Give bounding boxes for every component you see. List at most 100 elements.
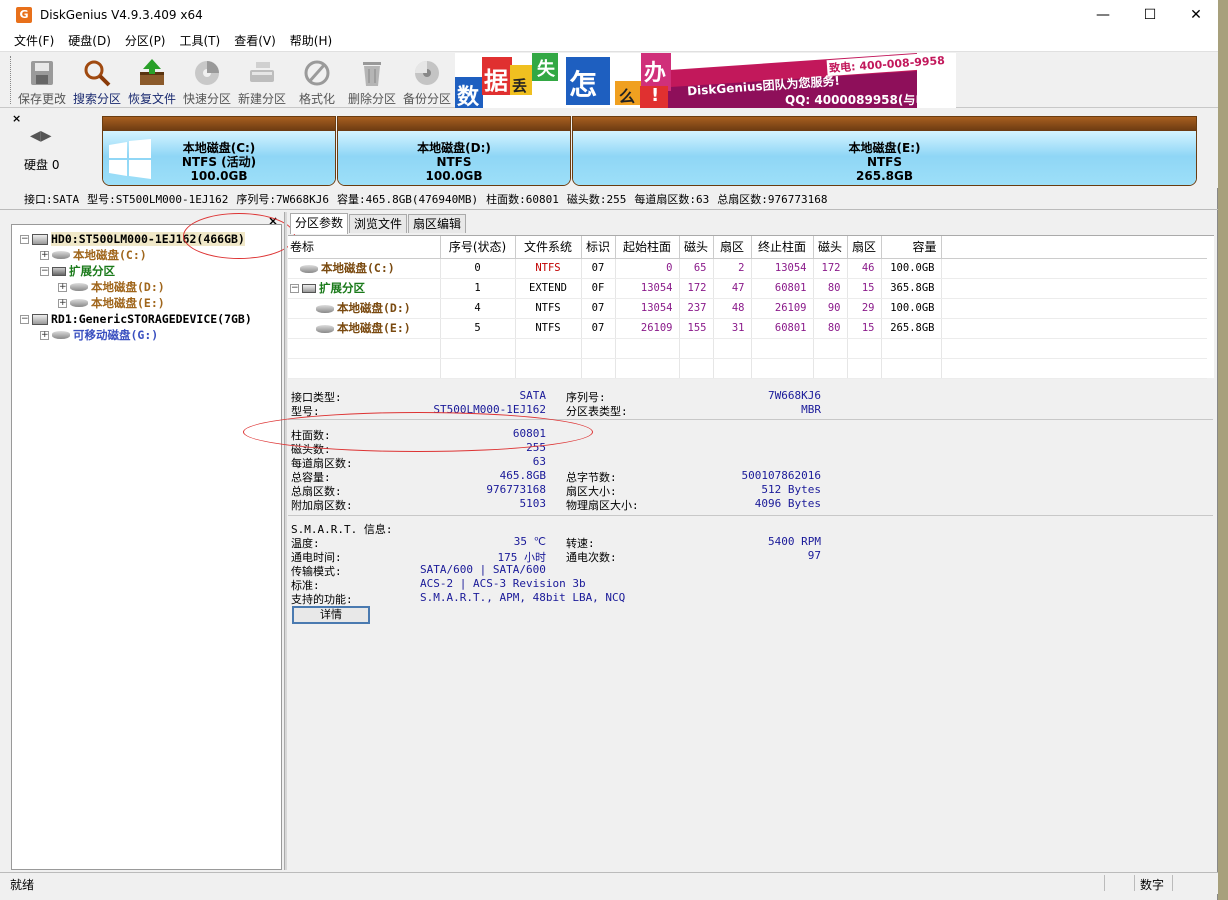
tree-label: RD1:GenericSTORAGEDEVICE(7GB) (51, 312, 252, 326)
toolbar-grip[interactable] (10, 56, 13, 104)
table-row[interactable]: 本地磁盘(C:) 0 NTFS 07 0 65 2 13054 172 46 1… (288, 258, 1207, 279)
menu-view[interactable]: 查看(V) (227, 32, 283, 49)
partition-icon (70, 299, 88, 307)
backup-partition-button[interactable]: 备份分区 (399, 56, 455, 106)
cell: NTFS (515, 258, 582, 279)
tree-label: 本地磁盘(D:) (91, 280, 165, 294)
disk-nav-arrows[interactable]: ◀▶ (30, 128, 52, 144)
tree-node-d[interactable]: + 本地磁盘(D:) (58, 279, 165, 295)
row-volume: 本地磁盘(E:) (288, 318, 441, 339)
recover-files-button[interactable]: 恢复文件 (124, 56, 180, 106)
new-partition-icon (247, 58, 277, 88)
cell: 265.8GB (881, 318, 942, 339)
format-button[interactable]: 格式化 (289, 56, 345, 106)
banner-qq: QQ: 4000089958(与电话同号) (785, 93, 956, 107)
cell: 2 (713, 258, 752, 279)
expand-icon[interactable]: + (58, 282, 67, 292)
info-serial: 序列号:7W668KJ6 (236, 192, 329, 206)
annotation-ellipse (243, 412, 593, 452)
column-header[interactable]: 起始柱面 (615, 236, 680, 259)
table-header-row: 卷标 序号(状态) 文件系统 标识 起始柱面 磁头 扇区 终止柱面 磁头 扇区 … (288, 236, 1207, 259)
tree-node-c[interactable]: + 本地磁盘(C:) (40, 247, 147, 263)
detail-value: 7W668KJ6 (768, 389, 821, 402)
collapse-icon[interactable]: − (20, 314, 29, 324)
column-header[interactable]: 磁头 (813, 236, 848, 259)
cell: 237 (679, 298, 714, 319)
panel-splitter[interactable] (284, 212, 287, 870)
tree-node-rd1[interactable]: − RD1:GenericSTORAGEDEVICE(7GB) (20, 311, 252, 327)
menu-tools[interactable]: 工具(T) (173, 32, 228, 49)
banner-char: 据 (484, 67, 508, 95)
maximize-button[interactable]: ☐ (1127, 0, 1173, 30)
extended-partition-icon (302, 284, 316, 293)
delete-partition-button[interactable]: 删除分区 (344, 56, 400, 106)
cell: 07 (581, 318, 616, 339)
tab-partition-params[interactable]: 分区参数 (290, 213, 349, 234)
column-header[interactable]: 卷标 (288, 236, 441, 259)
minimize-button[interactable]: — (1080, 0, 1126, 30)
close-icon[interactable]: × (12, 112, 21, 125)
column-header[interactable]: 终止柱面 (751, 236, 814, 259)
menu-bar: 文件(F) 硬盘(D) 分区(P) 工具(T) 查看(V) 帮助(H) (0, 30, 1218, 52)
menu-help[interactable]: 帮助(H) (283, 32, 339, 49)
detail-value: 5400 RPM (768, 535, 821, 548)
column-header[interactable]: 扇区 (713, 236, 752, 259)
cell: 5 (440, 318, 516, 339)
column-header[interactable]: 标识 (581, 236, 616, 259)
magnifier-icon (82, 58, 112, 88)
cell: NTFS (515, 318, 582, 339)
cell: 48 (713, 298, 752, 319)
info-cylinders: 柱面数:60801 (486, 192, 559, 206)
tree-node-g[interactable]: + 可移动磁盘(G:) (40, 327, 158, 343)
details-button[interactable]: 详情 (292, 606, 370, 624)
ad-banner[interactable]: 数 据 丢 失 怎 么 办 ! DiskGenius团队为您服务! 致电: 40… (455, 53, 956, 108)
collapse-icon[interactable]: − (20, 234, 29, 244)
column-header[interactable]: 容量 (881, 236, 942, 259)
cell: 31 (713, 318, 752, 339)
title-bar[interactable]: G DiskGenius V4.9.3.409 x64 — ☐ ✕ (0, 0, 1218, 30)
info-capacity: 容量:465.8GB(476940MB) (336, 192, 479, 206)
trash-icon (357, 58, 387, 88)
table-row[interactable]: 本地磁盘(D:) 4 NTFS 07 13054 237 48 26109 90… (288, 298, 1207, 319)
status-text: 就绪 (10, 878, 35, 892)
quick-partition-icon (192, 58, 222, 88)
windows-logo-icon (109, 139, 151, 179)
search-partition-button[interactable]: 搜索分区 (69, 56, 125, 106)
disk-info-line: 接口:SATA 型号:ST500LM000-1EJ162 序列号:7W668KJ… (0, 188, 1218, 210)
expand-icon[interactable]: + (40, 330, 49, 340)
menu-partition[interactable]: 分区(P) (118, 32, 173, 49)
menu-file[interactable]: 文件(F) (0, 32, 61, 49)
close-button[interactable]: ✕ (1173, 0, 1219, 30)
cell: 172 (813, 258, 848, 279)
collapse-icon[interactable]: − (40, 266, 49, 276)
column-header[interactable]: 序号(状态) (440, 236, 516, 259)
detail-label: 物理扇区大小: (566, 499, 639, 512)
detail-value: 465.8GB (499, 469, 546, 482)
column-header[interactable]: 磁头 (679, 236, 714, 259)
column-header[interactable]: 扇区 (847, 236, 882, 259)
disk-label: 硬盘 0 (24, 158, 60, 172)
quick-partition-button[interactable]: 快速分区 (179, 56, 235, 106)
cell-text: 扩展分区 (319, 281, 365, 295)
tab-sector-edit[interactable]: 扇区编辑 (408, 214, 467, 233)
tree-node-e[interactable]: + 本地磁盘(E:) (58, 295, 165, 311)
disk-map-partition-d[interactable]: 本地磁盘(D:) NTFS 100.0GB (337, 116, 571, 186)
expand-icon[interactable]: + (40, 250, 49, 260)
cell: 13054 (615, 298, 680, 319)
disk-map-partition-c[interactable]: 本地磁盘(C:) NTFS (活动) 100.0GB (102, 116, 336, 186)
tree-label: 可移动磁盘(G:) (73, 328, 159, 342)
table-row[interactable]: 本地磁盘(E:) 5 NTFS 07 26109 155 31 60801 80… (288, 318, 1207, 339)
tab-browse-files[interactable]: 浏览文件 (349, 214, 408, 233)
disk-map-partition-e[interactable]: 本地磁盘(E:) NTFS 265.8GB (572, 116, 1197, 186)
column-header[interactable]: 文件系统 (515, 236, 582, 259)
cell: 47 (713, 278, 752, 299)
save-changes-button[interactable]: 保存更改 (14, 56, 70, 106)
collapse-icon[interactable]: − (290, 284, 299, 293)
backup-icon (412, 58, 442, 88)
table-row[interactable]: − 扩展分区 1 EXTEND 0F 13054 172 47 60801 80 … (288, 278, 1207, 299)
expand-icon[interactable]: + (58, 298, 67, 308)
partition-fs: NTFS (866, 155, 903, 169)
new-partition-button[interactable]: 新建分区 (234, 56, 290, 106)
menu-disk[interactable]: 硬盘(D) (61, 32, 118, 49)
tree-node-extended[interactable]: − 扩展分区 (40, 263, 115, 279)
